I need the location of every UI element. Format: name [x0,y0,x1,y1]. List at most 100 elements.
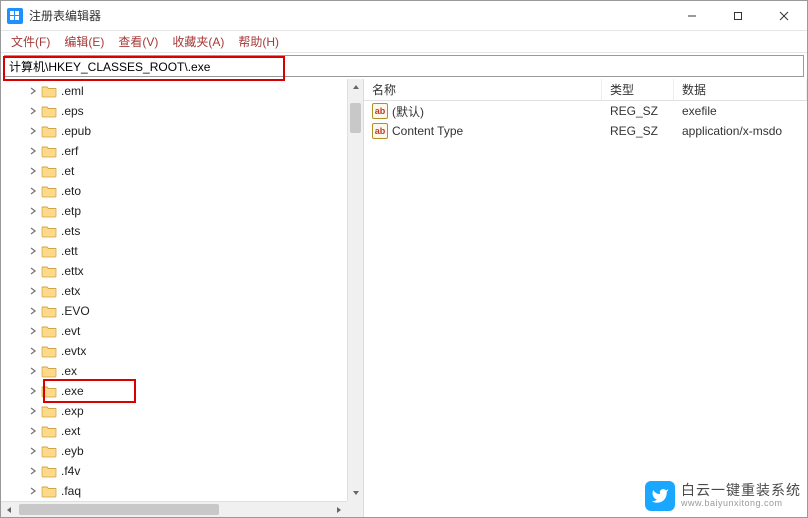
tree-item[interactable]: .evt [41,321,363,341]
content-area: .eml .eps .epub .erf .et .eto .etp .ets.ett.ett… [1,79,807,517]
folder-icon [41,344,57,358]
chevron-right-icon[interactable] [27,245,39,257]
tree-item[interactable]: .exe [41,381,363,401]
chevron-right-icon[interactable] [27,485,39,497]
tree-item[interactable]: .faq [41,481,363,501]
list-row[interactable]: abContent TypeREG_SZapplication/x-msdo [364,121,807,141]
tree-item[interactable]: .evtx [41,341,363,361]
menu-file[interactable]: 文件(F) [5,31,56,52]
value-type: REG_SZ [602,124,674,138]
menu-bar: 文件(F) 编辑(E) 查看(V) 收藏夹(A) 帮助(H) [1,31,807,53]
tree-item[interactable]: .ett [41,241,363,261]
folder-icon [41,284,57,298]
tree-item-label: .evt [61,324,80,338]
menu-favorites[interactable]: 收藏夹(A) [166,31,230,52]
tree-item[interactable]: .exp [41,401,363,421]
value-data: exefile [674,104,807,118]
column-header-data[interactable]: 数据 [674,79,807,100]
list-row[interactable]: ab(默认)REG_SZexefile [364,101,807,121]
scroll-thumb-horizontal[interactable] [19,504,219,515]
folder-icon [41,204,57,218]
chevron-right-icon[interactable] [27,205,39,217]
address-path: 计算机\HKEY_CLASSES_ROOT\.exe [9,58,210,75]
tree-item-label: .exp [61,404,84,418]
chevron-right-icon[interactable] [27,265,39,277]
chevron-right-icon[interactable] [27,365,39,377]
column-header-name[interactable]: 名称 [364,79,602,100]
menu-edit[interactable]: 编辑(E) [58,31,110,52]
list-pane: 名称 类型 数据 ab(默认)REG_SZexefileabContent Ty… [364,79,807,517]
tree-item-label: .et [61,164,74,178]
column-header-type[interactable]: 类型 [602,79,674,100]
tree-item-label: .epub [61,124,91,138]
chevron-right-icon[interactable] [27,465,39,477]
tree-item[interactable]: .ex [41,361,363,381]
close-button[interactable] [761,1,807,31]
value-type: REG_SZ [602,104,674,118]
menu-view[interactable]: 查看(V) [112,31,164,52]
chevron-right-icon[interactable] [27,425,39,437]
chevron-right-icon[interactable] [27,325,39,337]
chevron-right-icon[interactable] [27,385,39,397]
tree-item-label: .eps [61,104,84,118]
chevron-right-icon[interactable] [27,345,39,357]
tree-item-label: .EVO [61,304,90,318]
chevron-right-icon[interactable] [27,85,39,97]
chevron-right-icon[interactable] [27,125,39,137]
value-data: application/x-msdo [674,124,807,138]
tree-item-label: .eml [61,84,84,98]
scroll-right-button[interactable] [331,502,347,517]
folder-icon [41,124,57,138]
scroll-up-button[interactable] [348,79,363,95]
tree-item[interactable]: .f4v [41,461,363,481]
tree-item[interactable]: .ext [41,421,363,441]
list-rows[interactable]: ab(默认)REG_SZexefileabContent TypeREG_SZa… [364,101,807,141]
chevron-right-icon[interactable] [27,225,39,237]
chevron-right-icon[interactable] [27,165,39,177]
tree-item[interactable]: .eyb [41,441,363,461]
minimize-button[interactable] [669,1,715,31]
tree-vertical-scrollbar[interactable] [347,79,363,501]
chevron-right-icon[interactable] [27,405,39,417]
scroll-down-button[interactable] [348,485,363,501]
chevron-right-icon[interactable] [27,185,39,197]
title-bar: 注册表编辑器 [1,1,807,31]
tree-item[interactable]: .ettx [41,261,363,281]
window-title: 注册表编辑器 [29,7,101,24]
folder-icon [41,184,57,198]
folder-icon [41,324,57,338]
tree-item-label: .etp [61,204,81,218]
menu-help[interactable]: 帮助(H) [232,31,285,52]
tree-item[interactable]: .et [41,161,363,181]
folder-icon [41,264,57,278]
folder-icon [41,464,57,478]
chevron-right-icon[interactable] [27,445,39,457]
tree-item[interactable]: .etx [41,281,363,301]
tree-list[interactable]: .eml .eps .epub .erf .et .eto .etp .ets.ett.ett… [1,79,363,501]
tree-item[interactable]: .eps [41,101,363,121]
scroll-thumb-vertical[interactable] [350,103,361,133]
address-bar[interactable]: 计算机\HKEY_CLASSES_ROOT\.exe [4,55,804,77]
folder-icon [41,384,57,398]
tree-item[interactable]: .ets [41,221,363,241]
tree-item-label: .faq [61,484,81,498]
tree-item[interactable]: .epub [41,121,363,141]
tree-item-label: .etx [61,284,80,298]
folder-icon [41,164,57,178]
value-name: (默认) [392,103,424,120]
scroll-left-button[interactable] [1,502,17,517]
tree-horizontal-scrollbar[interactable] [1,501,347,517]
value-name: Content Type [392,124,463,138]
tree-item[interactable]: .erf [41,141,363,161]
chevron-right-icon[interactable] [27,145,39,157]
folder-icon [41,304,57,318]
chevron-right-icon[interactable] [27,305,39,317]
scroll-corner [347,501,363,517]
tree-item[interactable]: .eml [41,81,363,101]
tree-item[interactable]: .etp [41,201,363,221]
maximize-button[interactable] [715,1,761,31]
tree-item[interactable]: .eto [41,181,363,201]
tree-item[interactable]: .EVO [41,301,363,321]
chevron-right-icon[interactable] [27,105,39,117]
chevron-right-icon[interactable] [27,285,39,297]
